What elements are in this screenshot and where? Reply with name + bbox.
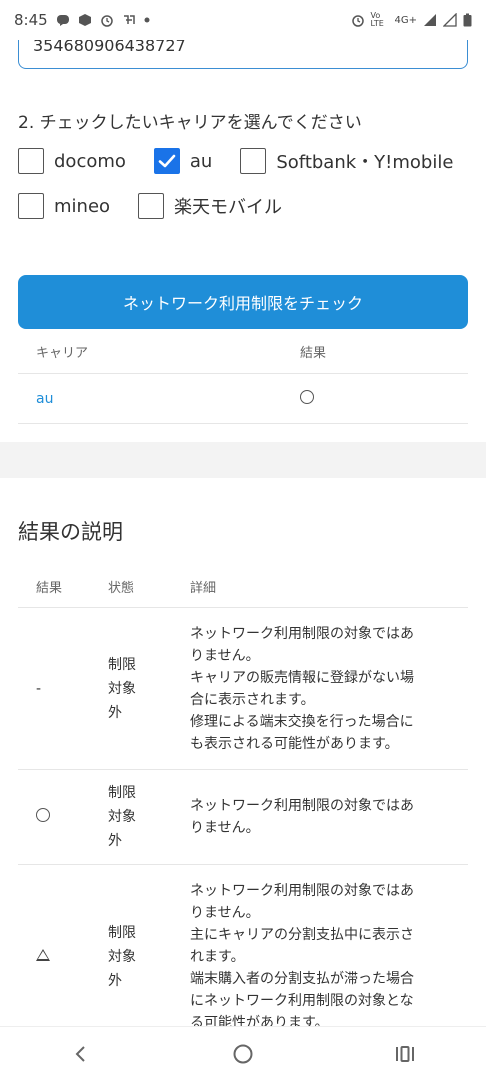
- detail-line: キャリアの販売情報に登録がない場: [190, 669, 414, 686]
- checkbox-rakuten[interactable]: 楽天モバイル: [138, 193, 282, 219]
- checkbox-box[interactable]: [18, 148, 44, 174]
- circle-icon: [36, 808, 50, 822]
- result-dash: -: [36, 680, 42, 697]
- step2-label: 2. チェックしたいキャリアを選んでください: [18, 113, 362, 133]
- checkbox-label: Softbank・Y!mobile: [276, 152, 454, 173]
- header-detail: 詳細: [190, 581, 217, 596]
- detail-line: ネットワーク利用制限の対象ではあ: [190, 798, 414, 814]
- detail-line: ネットワーク利用制限の対象ではあ: [190, 625, 414, 642]
- status-line: 対象: [108, 809, 136, 825]
- status-line: 制限: [108, 785, 136, 801]
- status-line: 制限: [108, 656, 136, 673]
- detail-line: 合に表示されます。: [190, 691, 315, 708]
- status-time: 8:45: [14, 11, 48, 29]
- table-row: au: [18, 374, 468, 424]
- battery-icon: [463, 13, 472, 27]
- alarm-icon: [100, 15, 113, 27]
- result-table-header: キャリア 結果: [18, 330, 468, 374]
- checkbox-box[interactable]: [138, 193, 165, 219]
- home-button[interactable]: [213, 1032, 273, 1076]
- header-carrier: キャリア: [36, 346, 89, 361]
- explanation-table: 結果 状態 詳細 - 制限 対象 外 ネットワーク利用制限の対象ではあ りません…: [18, 566, 468, 1049]
- app-notification-icon: [123, 15, 135, 24]
- detail-line: 端末購入者の分割支払が滞った場合: [190, 970, 414, 987]
- status-line: 対象: [108, 680, 136, 697]
- detail-line: 主にキャリアの分割支払中に表示さ: [190, 926, 414, 943]
- checkbox-label: docomo: [54, 150, 126, 172]
- checkbox-mineo[interactable]: mineo: [18, 193, 110, 219]
- more-notifications-dot-icon: [144, 17, 150, 23]
- check-network-restriction-button[interactable]: ネットワーク利用制限をチェック: [18, 275, 468, 329]
- status-line: 外: [108, 972, 122, 989]
- cube-app-icon: [78, 14, 91, 26]
- carrier-row-2: mineo 楽天モバイル: [18, 193, 310, 219]
- table-row: 制限 対象 外 ネットワーク利用制限の対象ではあ りません。: [18, 770, 468, 865]
- checkbox-docomo[interactable]: docomo: [18, 148, 126, 174]
- checkbox-label: 楽天モバイル: [174, 197, 283, 218]
- explanation-table-header: 結果 状態 詳細: [18, 566, 468, 608]
- detail-line: ネットワーク利用制限の対象ではあ: [190, 882, 414, 899]
- checkbox-box-checked[interactable]: [153, 148, 180, 174]
- line-app-icon: [56, 15, 69, 26]
- back-chevron-icon: [75, 1045, 85, 1062]
- status-line: 外: [108, 833, 122, 849]
- header-status: 状態: [108, 581, 135, 596]
- table-row: - 制限 対象 外 ネットワーク利用制限の対象ではあ りません。 キャリアの販売…: [18, 608, 468, 770]
- checkmark-icon: [158, 154, 176, 168]
- detail-line: にネットワーク利用制限の対象とな: [190, 992, 414, 1009]
- detail-line: りません。: [190, 647, 260, 664]
- recents-button[interactable]: [375, 1032, 435, 1076]
- recents-icon: [396, 1045, 414, 1062]
- detail-line: れます。: [190, 948, 245, 965]
- table-row: 制限 対象 外 ネットワーク利用制限の対象ではあ りません。 主にキャリアの分割…: [18, 865, 468, 1049]
- triangle-icon: [36, 948, 50, 961]
- status-line: 対象: [108, 948, 136, 965]
- checkbox-box[interactable]: [240, 148, 267, 174]
- volte-label: Vo LTE: [370, 11, 384, 28]
- status-bar: 8:45 Vo LTE 4G+: [0, 0, 486, 40]
- alarm-icon: [351, 15, 364, 27]
- header-result: 結果: [300, 346, 327, 361]
- checkbox-label: mineo: [54, 195, 111, 217]
- detail-line: りません。: [190, 820, 260, 836]
- explanation-title: 結果の説明: [18, 520, 123, 544]
- detail-line: も表示される可能性があります。: [190, 735, 399, 752]
- header-result: 結果: [36, 581, 63, 596]
- network-type: 4G+: [394, 14, 418, 26]
- home-circle-icon: [233, 1044, 253, 1063]
- detail-line: りません。: [190, 904, 260, 921]
- navigation-bar: [0, 1026, 486, 1080]
- status-line: 制限: [108, 924, 136, 941]
- result-table: キャリア 結果 au: [18, 330, 468, 424]
- checkbox-label: au: [189, 150, 213, 172]
- checkbox-softbank[interactable]: Softbank・Y!mobile: [240, 148, 453, 174]
- checkbox-box[interactable]: [18, 193, 44, 219]
- signal-icon: [424, 14, 436, 26]
- section-divider: [0, 442, 486, 478]
- signal-icon: [443, 13, 457, 27]
- carrier-link-au[interactable]: au: [36, 391, 53, 407]
- circle-icon: [300, 389, 314, 404]
- checkbox-au[interactable]: au: [153, 148, 213, 174]
- detail-line: 修理による端末交換を行った場合に: [190, 713, 414, 730]
- status-line: 外: [108, 704, 122, 721]
- carrier-row-1: docomo au Softbank・Y!mobile: [18, 148, 481, 174]
- back-button[interactable]: [51, 1032, 111, 1076]
